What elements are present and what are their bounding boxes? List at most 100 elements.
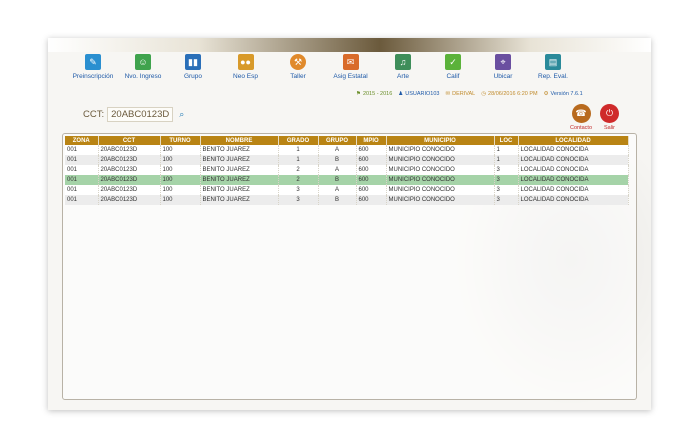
toolbar-label: Taller xyxy=(290,73,306,80)
cell-municipio: MUNICIPIO CONOCIDO xyxy=(386,155,495,165)
user-icon: ♟ xyxy=(398,91,404,97)
toolbar-label: Rep. Eval. xyxy=(538,73,568,80)
preinscription-icon: ✎ xyxy=(85,54,101,70)
toolbar-label: Calif xyxy=(446,73,460,80)
cell-municipio: MUNICIPIO CONOCIDO xyxy=(386,175,495,185)
clock-icon: ◷ xyxy=(481,91,487,97)
cell-cct: 20ABC0123D xyxy=(98,165,161,175)
cell-nombre: BENITO JUAREZ xyxy=(200,175,279,185)
user-text: USUARIO103 xyxy=(405,91,440,97)
column-header-municipio[interactable]: MUNICIPIO xyxy=(386,136,495,145)
column-header-nombre[interactable]: NOMBRE xyxy=(200,136,279,145)
gear-icon: ⚙ xyxy=(543,91,549,97)
exit-icon: ⏻ xyxy=(600,104,619,123)
toolbar-taller[interactable]: ⚒ Taller xyxy=(273,52,323,88)
cell-loc: 3 xyxy=(494,195,519,205)
status-period: ⚑ 2015 - 2016 xyxy=(356,91,392,97)
toolbar-label: Neo Esp xyxy=(233,73,258,80)
toolbar-arte[interactable]: ♫ Arte xyxy=(378,52,428,88)
table-row[interactable]: 001 20ABC0123D 100 BENITO JUAREZ 1 B 600… xyxy=(65,155,629,165)
cell-loc: 3 xyxy=(494,165,519,175)
column-header-loc[interactable]: LOC xyxy=(494,136,519,145)
cell-mpio: 600 xyxy=(356,165,387,175)
table-row[interactable]: 001 20ABC0123D 100 BENITO JUAREZ 3 A 600… xyxy=(65,185,629,195)
column-header-localidad[interactable]: LOCALIDAD xyxy=(518,136,629,145)
cell-mpio: 600 xyxy=(356,175,387,185)
cell-grado: 3 xyxy=(278,185,319,195)
column-header-zona[interactable]: ZONA xyxy=(65,136,99,145)
table-row[interactable]: 001 20ABC0123D 100 BENITO JUAREZ 3 B 600… xyxy=(65,195,629,205)
status-version: ⚙ Versión 7.6.1 xyxy=(544,91,583,97)
cell-localidad: LOCALIDAD CONOCIDA xyxy=(518,165,629,175)
cell-municipio: MUNICIPIO CONOCIDO xyxy=(386,195,495,205)
cell-grupo: B xyxy=(318,155,357,165)
office-icon: ✉ xyxy=(445,91,451,97)
cell-turno: 100 xyxy=(160,175,201,185)
cell-nombre: BENITO JUAREZ xyxy=(200,165,279,175)
cell-cct: 20ABC0123D xyxy=(98,185,161,195)
toolbar-label: Ubicar xyxy=(493,73,513,80)
main-toolbar: ✎ Preinscripción ☺ Nvo. Ingreso ▮▮ Grupo… xyxy=(68,52,628,88)
column-header-turno[interactable]: TURNO xyxy=(160,136,201,145)
cell-nombre: BENITO JUAREZ xyxy=(200,155,279,165)
cell-grado: 2 xyxy=(278,165,319,175)
cell-mpio: 600 xyxy=(356,155,387,165)
column-header-grado[interactable]: GRADO xyxy=(278,136,319,145)
cell-grupo: A xyxy=(318,185,357,195)
cell-loc: 1 xyxy=(494,155,519,165)
cell-turno: 100 xyxy=(160,155,201,165)
cell-loc: 1 xyxy=(494,145,519,155)
cell-zona: 001 xyxy=(65,145,99,155)
exit-button[interactable]: ⏻ Salir xyxy=(600,104,619,131)
cell-municipio: MUNICIPIO CONOCIDO xyxy=(386,185,495,195)
table-header-row: ZONA CCT TURNO NOMBRE GRADO GRUPO MPIO M… xyxy=(65,136,629,145)
toolbar-grupo[interactable]: ▮▮ Grupo xyxy=(168,52,218,88)
cell-loc: 3 xyxy=(494,175,519,185)
toolbar-asig-estatal[interactable]: ✉ Asig Estatal xyxy=(323,52,378,88)
cell-grado: 2 xyxy=(278,175,319,185)
cell-zona: 001 xyxy=(65,175,99,185)
toolbar-nvo-ingreso[interactable]: ☺ Nvo. Ingreso xyxy=(118,52,168,88)
toolbar-rep-eval[interactable]: ▤ Rep. Eval. xyxy=(528,52,578,88)
special-needs-icon: ●● xyxy=(237,54,254,70)
cell-grupo: B xyxy=(318,175,357,185)
art-icon: ♫ xyxy=(395,54,411,70)
table-row[interactable]: 001 20ABC0123D 100 BENITO JUAREZ 2 A 600… xyxy=(65,165,629,175)
flag-icon: ⚑ xyxy=(356,91,361,97)
cell-zona: 001 xyxy=(65,155,99,165)
cell-cct: 20ABC0123D xyxy=(98,175,161,185)
title-bar xyxy=(48,38,651,52)
toolbar-preinscripcion[interactable]: ✎ Preinscripción xyxy=(68,52,118,88)
toolbar-ubicar[interactable]: ⌖ Ubicar xyxy=(478,52,528,88)
toolbar-neo-esp[interactable]: ●● Neo Esp xyxy=(218,52,273,88)
groups-panel: ZONA CCT TURNO NOMBRE GRADO GRUPO MPIO M… xyxy=(62,133,637,400)
status-user: ♟ USUARIO103 xyxy=(398,91,439,97)
cell-nombre: BENITO JUAREZ xyxy=(200,145,279,155)
cct-label: CCT: xyxy=(83,109,105,120)
cell-zona: 001 xyxy=(65,185,99,195)
app-window: ✎ Preinscripción ☺ Nvo. Ingreso ▮▮ Grupo… xyxy=(48,38,651,410)
search-icon[interactable]: ⌕ xyxy=(179,109,184,120)
new-student-icon: ☺ xyxy=(135,54,151,70)
table-row-selected[interactable]: 001 20ABC0123D 100 BENITO JUAREZ 2 B 600… xyxy=(65,175,629,185)
workshop-icon: ⚒ xyxy=(290,54,306,70)
column-header-grupo[interactable]: GRUPO xyxy=(318,136,357,145)
report-icon: ▤ xyxy=(545,54,561,70)
cell-cct: 20ABC0123D xyxy=(98,155,161,165)
toolbar-calif[interactable]: ✓ Calif xyxy=(428,52,478,88)
cell-loc: 3 xyxy=(494,185,519,195)
datetime-text: 28/06/2016 6:20 PM xyxy=(488,91,538,97)
cell-localidad: LOCALIDAD CONOCIDA xyxy=(518,175,629,185)
column-header-cct[interactable]: CCT xyxy=(98,136,161,145)
column-header-mpio[interactable]: MPIO xyxy=(356,136,387,145)
cell-nombre: BENITO JUAREZ xyxy=(200,185,279,195)
toolbar-label: Grupo xyxy=(183,73,203,80)
table-row[interactable]: 001 20ABC0123D 100 BENITO JUAREZ 1 A 600… xyxy=(65,145,629,155)
grades-icon: ✓ xyxy=(445,54,461,70)
cell-grado: 3 xyxy=(278,195,319,205)
cct-field: CCT: 20ABC0123D ⌕ xyxy=(83,107,184,122)
contact-button[interactable]: ☎ Contacto xyxy=(570,104,592,131)
toolbar-label: Preinscripción xyxy=(72,73,114,80)
cct-value[interactable]: 20ABC0123D xyxy=(107,107,174,122)
cell-turno: 100 xyxy=(160,165,201,175)
